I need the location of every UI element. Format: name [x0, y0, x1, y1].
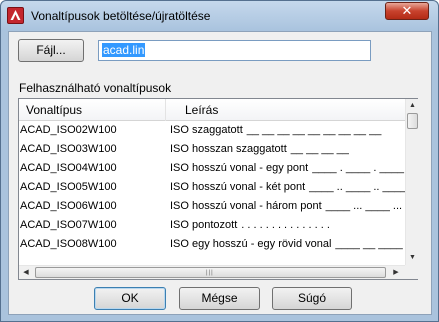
list-rows: ACAD_ISO02W100 ISO szaggatott __ __ __ __…: [19, 122, 405, 265]
linetype-description: ISO hosszú vonal - egy pont ____ . ____ .…: [170, 162, 404, 174]
linetype-pattern: ____ .. ____ .. ____: [309, 181, 405, 193]
linetype-pattern: . . . . . . . . . . . . . . .: [241, 219, 330, 231]
linetype-pattern: ____ . ____ . ____: [312, 162, 404, 174]
scroll-right-icon[interactable]: ▶: [389, 266, 403, 279]
linetype-description: ISO hosszan szaggatott __ __ __ __: [170, 143, 349, 155]
linetype-name: ACAD_ISO04W100: [20, 162, 117, 174]
column-header-linetype[interactable]: Vonaltípus: [26, 103, 82, 117]
load-linetypes-dialog: Vonaltípusok betöltése/újratöltése ✕ Fáj…: [0, 0, 439, 322]
linetype-pattern: __ __ __ __ __ __ __ __ __: [246, 124, 382, 136]
linetype-description: ISO egy hosszú - egy rövid vonal ____ __ …: [170, 238, 403, 250]
title-bar[interactable]: Vonaltípusok betöltése/újratöltése ✕: [1, 1, 438, 31]
file-button[interactable]: Fájl...: [18, 39, 84, 62]
list-item[interactable]: ACAD_ISO06W100 ISO hosszú vonal - három …: [19, 198, 405, 217]
linetype-name: ACAD_ISO08W100: [20, 238, 117, 250]
linetype-description: ISO pontozott. . . . . . . . . . . . . .…: [170, 219, 330, 231]
linetype-name: ACAD_ISO06W100: [20, 200, 117, 212]
column-header-description[interactable]: Leírás: [185, 103, 218, 117]
dialog-body: Fájl... acad.lin Felhasználható vonaltíp…: [8, 31, 432, 315]
help-button[interactable]: Súgó: [272, 287, 352, 310]
linetype-description: ISO szaggatott __ __ __ __ __ __ __ __ __: [170, 124, 382, 136]
list-item[interactable]: ACAD_ISO02W100 ISO szaggatott __ __ __ __…: [19, 122, 405, 141]
linetype-name: ACAD_ISO03W100: [20, 143, 117, 155]
linetype-name: ACAD_ISO02W100: [20, 124, 117, 136]
linetype-pattern: ____ __ ____: [335, 238, 403, 250]
linetype-list[interactable]: Vonaltípus Leírás ACAD_ISO02W100 ISO sza…: [18, 98, 418, 280]
cancel-button-label: Mégse: [201, 291, 238, 305]
scroll-up-icon[interactable]: ▲: [406, 99, 419, 112]
scrollbar-corner: [405, 265, 418, 279]
help-button-label: Súgó: [297, 291, 327, 305]
horizontal-scrollbar[interactable]: ◀ ||| ▶: [19, 265, 405, 279]
list-item[interactable]: ACAD_ISO03W100 ISO hosszan szaggatott __ …: [19, 141, 405, 160]
ok-button[interactable]: OK: [94, 287, 166, 310]
autocad-app-icon: [7, 7, 24, 24]
file-button-label: Fájl...: [36, 43, 66, 57]
close-icon: ✕: [401, 3, 413, 18]
list-header: Vonaltípus Leírás: [19, 99, 405, 121]
cancel-button[interactable]: Mégse: [179, 287, 260, 310]
linetype-name: ACAD_ISO07W100: [20, 219, 117, 231]
list-item[interactable]: ACAD_ISO08W100 ISO egy hosszú - egy rövi…: [19, 236, 405, 255]
linetype-pattern: __ __ __ __: [290, 143, 349, 155]
linetype-description: ISO hosszú vonal - két pont ____ .. ____ …: [170, 181, 405, 193]
vertical-scroll-thumb[interactable]: [407, 113, 418, 129]
horizontal-scroll-thumb[interactable]: |||: [35, 267, 386, 278]
column-divider[interactable]: [165, 99, 166, 121]
linetype-description: ISO hosszú vonal - három pont ____ ... __…: [170, 200, 403, 212]
file-name-value: acad.lin: [102, 43, 146, 57]
window-title: Vonaltípusok betöltése/újratöltése: [31, 9, 211, 23]
list-item[interactable]: ACAD_ISO05W100 ISO hosszú vonal - két po…: [19, 179, 405, 198]
scroll-down-icon[interactable]: ▼: [406, 251, 419, 264]
ok-button-label: OK: [121, 291, 139, 305]
list-item[interactable]: ACAD_ISO07W100 ISO pontozott. . . . . . …: [19, 217, 405, 236]
vertical-scrollbar[interactable]: ▲ ▼: [405, 99, 418, 265]
available-linetypes-label: Felhasználható vonaltípusok: [19, 81, 172, 95]
scroll-grip-icon: |||: [206, 270, 214, 276]
list-item[interactable]: ACAD_ISO04W100 ISO hosszú vonal - egy po…: [19, 160, 405, 179]
file-name-field[interactable]: acad.lin: [98, 40, 371, 61]
close-button[interactable]: ✕: [385, 2, 429, 20]
linetype-name: ACAD_ISO05W100: [20, 181, 117, 193]
linetype-pattern: ____ ... ____ ...: [325, 200, 403, 212]
scroll-left-icon[interactable]: ◀: [19, 266, 33, 279]
